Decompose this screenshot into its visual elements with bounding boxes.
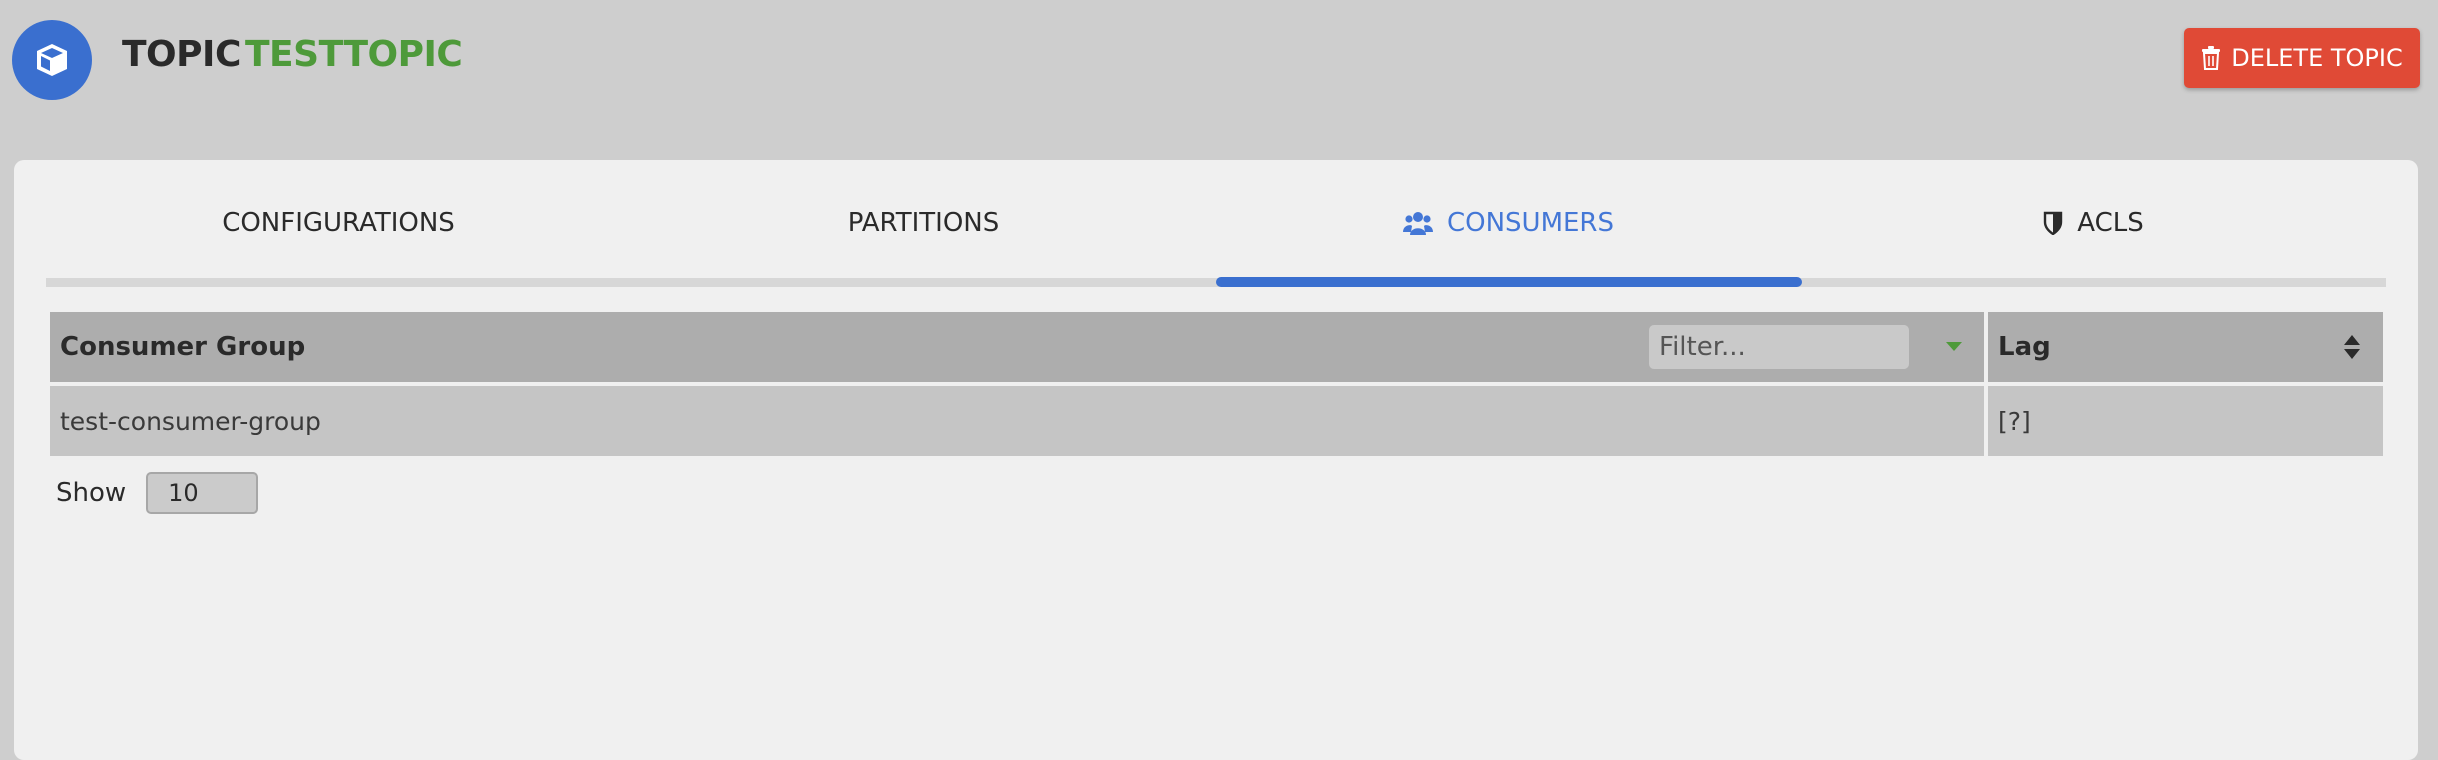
column-header-lag[interactable]: Lag <box>1988 312 2383 382</box>
tab-consumers[interactable]: CONSUMERS <box>1216 200 1801 246</box>
table-header-row: Consumer Group Lag <box>50 312 2383 382</box>
column-header-label: Consumer Group <box>60 332 306 362</box>
topic-name: TESTTOPIC <box>245 34 463 75</box>
page-size-value: 10 <box>168 479 199 507</box>
tab-label: CONFIGURATIONS <box>222 208 455 238</box>
topic-panel: CONFIGURATIONS PARTITIONS CONSUMERS ACLS <box>14 160 2418 760</box>
tab-label: CONSUMERS <box>1446 208 1615 238</box>
show-label: Show <box>56 478 127 508</box>
lag-cell: [?] <box>1988 386 2383 456</box>
filter-input[interactable] <box>1649 325 1909 369</box>
sort-icon[interactable] <box>2343 334 2361 360</box>
tab-label: PARTITIONS <box>847 208 1000 238</box>
page-title-prefix: TOPIC <box>122 34 241 75</box>
column-header-label: Lag <box>1998 332 2051 362</box>
consumer-group-cell[interactable]: test-consumer-group <box>50 386 1984 456</box>
delete-topic-label: DELETE TOPIC <box>2231 44 2403 72</box>
trash-icon <box>2202 46 2221 70</box>
users-icon <box>1402 212 1433 235</box>
cube-icon <box>37 44 67 76</box>
column-header-consumer-group[interactable]: Consumer Group <box>50 312 1984 382</box>
topic-avatar <box>12 20 92 100</box>
page-header: TOPIC TESTTOPIC DELETE TOPIC <box>0 0 2438 120</box>
tab-label: ACLS <box>2077 208 2144 238</box>
shield-icon <box>2044 211 2063 235</box>
tab-configurations[interactable]: CONFIGURATIONS <box>46 200 631 246</box>
table-row[interactable]: test-consumer-group [?] <box>50 386 2383 456</box>
consumer-groups-table: Consumer Group Lag test-consumer-group [… <box>50 312 2383 460</box>
tab-bar: CONFIGURATIONS PARTITIONS CONSUMERS ACLS <box>46 200 2386 248</box>
delete-topic-button[interactable]: DELETE TOPIC <box>2184 28 2420 88</box>
tab-acls[interactable]: ACLS <box>1801 200 2386 246</box>
pagination-controls: Show 10 <box>56 472 259 514</box>
active-tab-indicator <box>1216 277 1802 287</box>
page-size-select[interactable]: 10 <box>146 472 259 514</box>
caret-down-icon[interactable] <box>1946 342 1962 351</box>
tab-partitions[interactable]: PARTITIONS <box>631 200 1216 246</box>
